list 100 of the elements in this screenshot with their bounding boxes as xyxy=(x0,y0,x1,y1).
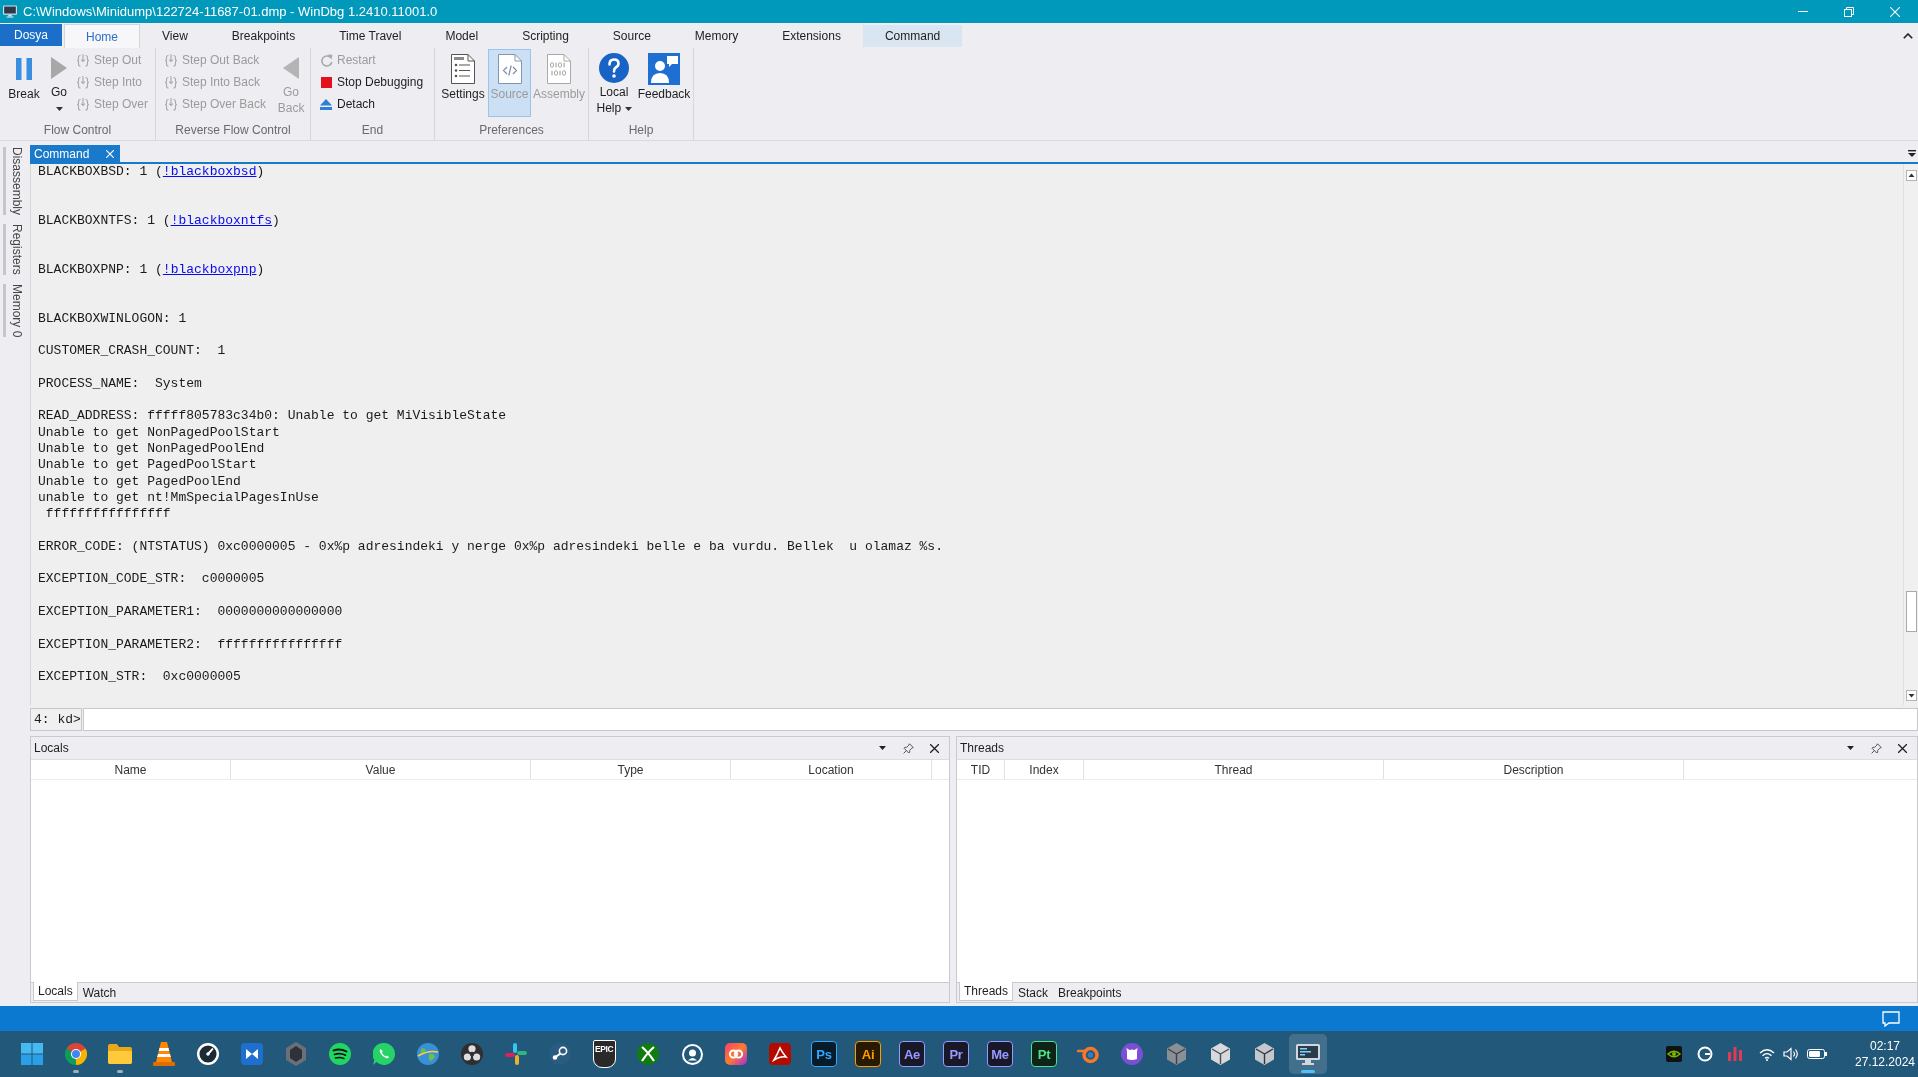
bowtie-tile-icon xyxy=(241,1043,263,1065)
panel-tab[interactable]: Watch xyxy=(77,983,122,1002)
ribbon-button[interactable]: Go xyxy=(48,49,70,117)
x-circle-icon xyxy=(637,1043,659,1065)
output-line: BLACKBOXPNP: 1 (!blackboxpnp) xyxy=(38,261,265,279)
ribbon-tab[interactable]: Extensions xyxy=(760,25,863,47)
panel-tab[interactable]: Threads xyxy=(959,982,1014,1001)
stop-square-icon xyxy=(320,76,332,88)
cat-face-icon xyxy=(1121,1043,1143,1065)
panel-tab[interactable]: Stack xyxy=(1013,983,1054,1002)
output-line: ffffffffffffffff xyxy=(44,506,171,523)
column-header[interactable]: Type xyxy=(531,760,731,779)
command-prompt: 4: kd> xyxy=(30,708,82,731)
battery-icon[interactable] xyxy=(1807,1049,1827,1059)
ribbon-tab[interactable]: Time Travel xyxy=(317,25,424,47)
command-link[interactable]: !blackboxbsd xyxy=(162,164,257,179)
wifi-icon[interactable] xyxy=(1759,1047,1775,1061)
command-input[interactable] xyxy=(83,708,1918,731)
ring-icon[interactable] xyxy=(1697,1046,1713,1062)
close-icon[interactable] xyxy=(1897,743,1907,753)
column-header[interactable]: Name xyxy=(31,760,231,779)
ribbon-tab[interactable]: Breakpoints xyxy=(209,25,318,47)
ribbon-tab[interactable]: Scripting xyxy=(500,25,591,47)
panel-title: Locals xyxy=(34,740,69,757)
output-line: BLACKBOXWINLOGON: 1 xyxy=(38,310,187,327)
circular-arrow-icon xyxy=(319,53,333,67)
taskbar-button[interactable] xyxy=(1289,1034,1327,1074)
taskbar-button[interactable]: Me xyxy=(981,1034,1019,1074)
group-label: Preferences xyxy=(479,122,544,139)
ribbon-tab[interactable]: Source xyxy=(590,25,673,47)
chat-phone-icon xyxy=(373,1043,395,1065)
pin-icon[interactable] xyxy=(902,742,914,754)
braces-arrow-icon xyxy=(76,75,90,89)
rings-tile-icon xyxy=(725,1043,747,1065)
output-line: unable to get nt!MmSpecialPagesInUse xyxy=(38,489,319,507)
taskbar-button[interactable]: EPIC xyxy=(585,1034,623,1074)
gauge-icon xyxy=(197,1043,219,1065)
ribbon-button[interactable]: Local Help xyxy=(592,49,636,117)
message-bubble-icon[interactable] xyxy=(1882,1010,1900,1027)
ribbon-button[interactable]: Break xyxy=(6,49,42,117)
speaker-icon[interactable] xyxy=(1783,1047,1799,1061)
cube-icon xyxy=(1210,1043,1230,1065)
command-link[interactable]: !blackboxpnp xyxy=(162,261,257,277)
taskbar-button[interactable]: Ps xyxy=(805,1034,843,1074)
scroll-down-icon[interactable] xyxy=(1905,690,1917,701)
panel-tab[interactable]: Breakpoints xyxy=(1053,983,1127,1002)
ribbon-tab[interactable]: Model xyxy=(423,25,501,47)
ribbon-tab[interactable]: Command xyxy=(862,25,963,47)
column-header[interactable]: Index xyxy=(1005,760,1084,779)
play-icon xyxy=(51,57,67,79)
chevron-up-icon[interactable] xyxy=(1903,32,1913,39)
column-header[interactable]: Location xyxy=(731,760,932,779)
active-indicator xyxy=(1301,1070,1315,1073)
file-menu-button[interactable]: Dosya xyxy=(0,24,62,46)
taskbar-button[interactable]: Pr xyxy=(937,1034,975,1074)
output-line: BLACKBOXBSD: 1 (!blackboxbsd) xyxy=(38,164,265,181)
side-tab[interactable]: Disassembly xyxy=(3,147,24,215)
taskbar-button[interactable]: Pt xyxy=(1025,1034,1063,1074)
braces-arrow-icon xyxy=(164,53,178,67)
ribbon-button[interactable]: Feedback xyxy=(636,49,692,117)
eye-tile-icon[interactable] xyxy=(1666,1046,1682,1062)
taskbar-button[interactable]: Ai xyxy=(849,1034,887,1074)
column-header[interactable]: Thread xyxy=(1084,760,1384,779)
traffic-cone-icon xyxy=(153,1042,175,1066)
restore-icon[interactable] xyxy=(1844,6,1854,17)
close-icon[interactable] xyxy=(929,743,939,753)
column-header[interactable]: Value xyxy=(231,760,531,779)
output-line: EXCEPTION_PARAMETER1: 0000000000000000 xyxy=(38,604,343,621)
ribbon-button[interactable]: Detach xyxy=(319,93,424,115)
group-label: Reverse Flow Control xyxy=(175,122,291,139)
ribbon-button[interactable]: Stop Debugging xyxy=(319,71,424,93)
panel-tab[interactable]: Locals xyxy=(33,982,78,1001)
ribbon-tab[interactable]: Memory xyxy=(672,25,761,47)
help-icon xyxy=(599,53,629,83)
window-title: C:\Windows\Minidump\122724-11687-01.dmp - WinDbg 1.2410.11001.0 xyxy=(23,2,438,21)
orbit-icon xyxy=(1077,1044,1099,1064)
column-header[interactable]: TID xyxy=(957,760,1005,779)
scrollbar-thumb[interactable] xyxy=(1905,591,1917,632)
command-link[interactable]: !blackboxntfs xyxy=(170,212,273,228)
dropdown-caret-icon[interactable] xyxy=(878,746,886,750)
ribbon-tab[interactable]: View xyxy=(140,25,210,47)
output-line: ERROR_CODE: (NTSTATUS) 0xc0000005 - 0x%p adresindeki y nerge 0x%p adresindeki belle e ba vurdu. Bellek u olamaz %s. xyxy=(38,538,943,556)
output-line: EXCEPTION_CODE_STR: c0000005 xyxy=(38,571,265,588)
taskbar-button[interactable]: Ae xyxy=(893,1034,931,1074)
pin-icon[interactable] xyxy=(1870,742,1882,754)
knob-circle-icon xyxy=(549,1043,571,1065)
ribbon-button[interactable]: Settings xyxy=(438,49,488,117)
side-tab[interactable]: Memory 0 xyxy=(3,283,24,338)
output-line: PROCESS_NAME: System xyxy=(38,375,202,393)
menu-caret-icon[interactable] xyxy=(1908,150,1916,157)
hexagon-icon xyxy=(286,1042,306,1066)
scrollbar[interactable] xyxy=(1903,164,1918,705)
running-indicator xyxy=(117,1070,123,1073)
document-tab[interactable]: Command xyxy=(30,145,120,162)
dropdown-caret-icon[interactable] xyxy=(1846,746,1854,750)
globe-icon xyxy=(417,1043,439,1065)
column-header[interactable]: Description xyxy=(1384,760,1684,779)
side-tab[interactable]: Registers xyxy=(3,224,24,275)
ribbon-tab[interactable]: Home xyxy=(64,24,141,48)
scroll-up-icon[interactable] xyxy=(1905,170,1917,181)
